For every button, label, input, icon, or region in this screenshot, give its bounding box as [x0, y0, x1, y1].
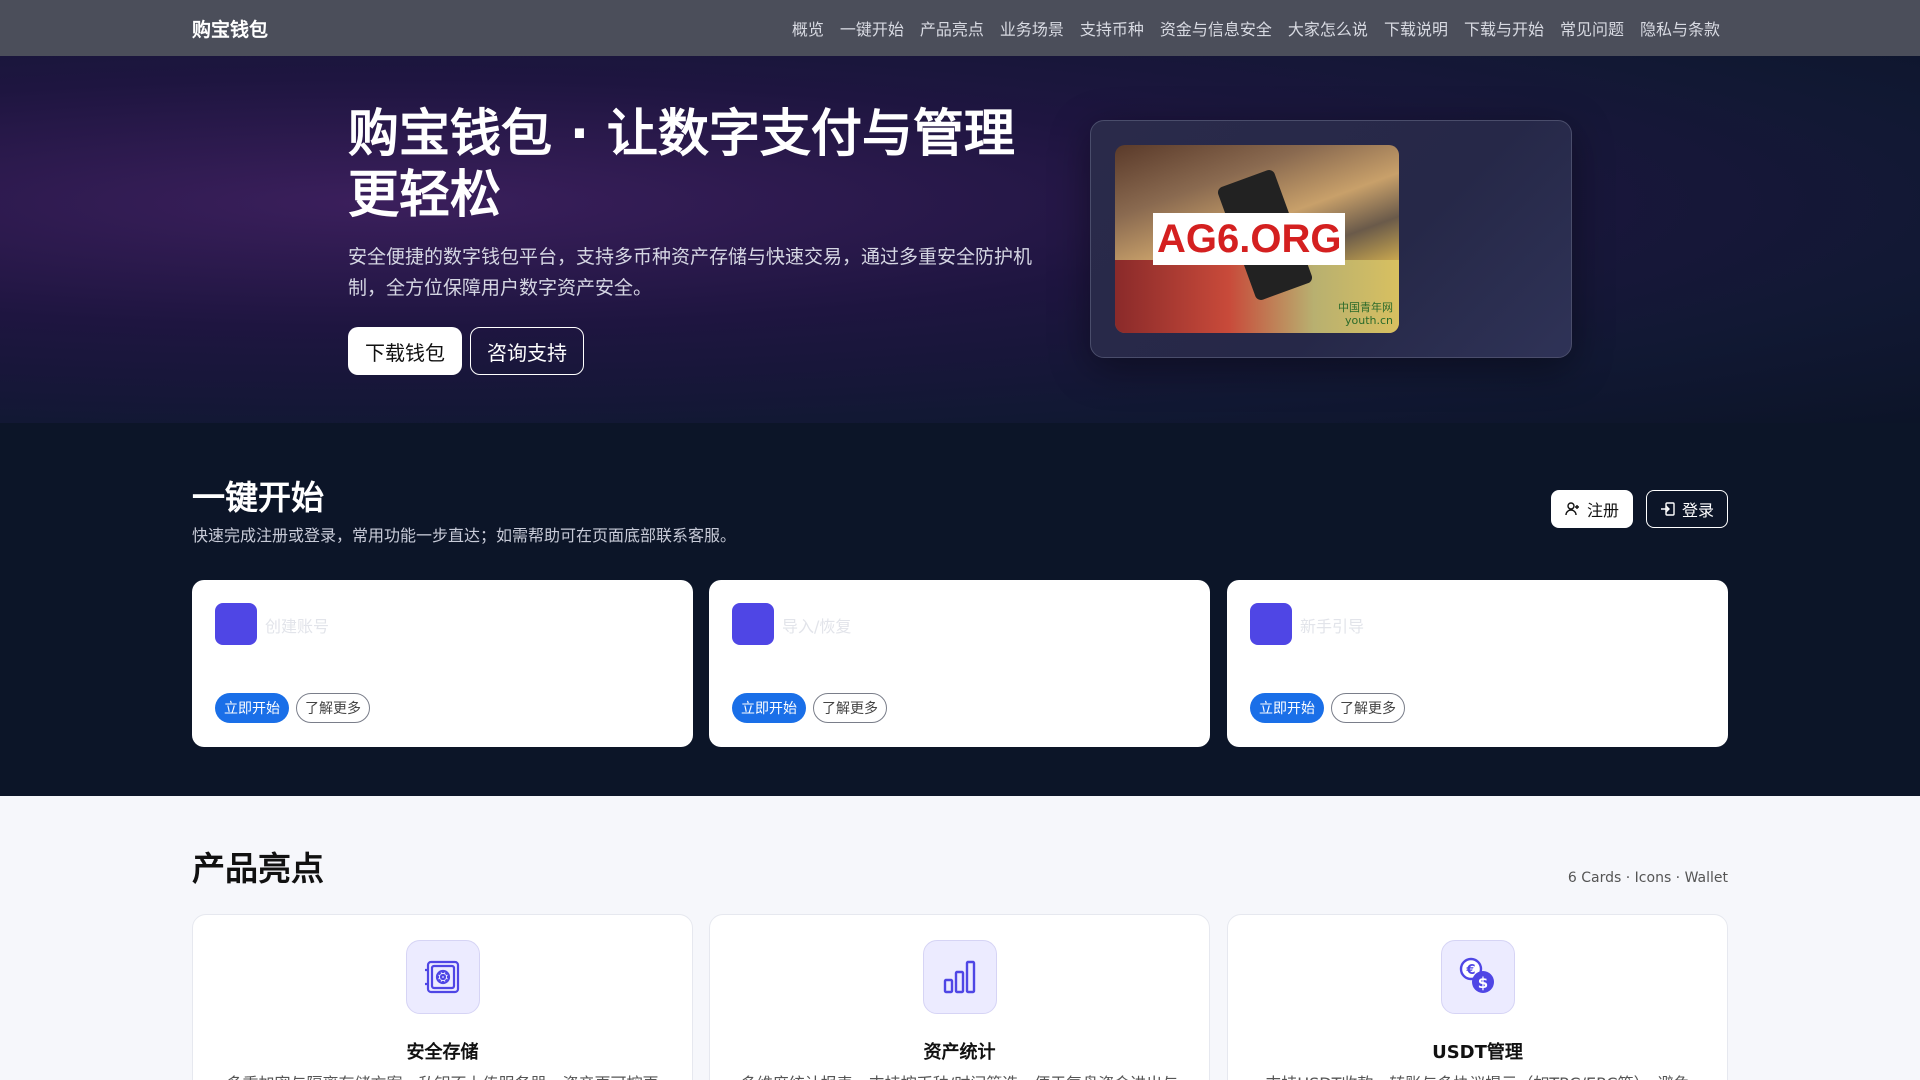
svg-text:$: $ — [1478, 974, 1488, 992]
feature-card-secure-storage: 安全存储 多重加密与隔离存储方案，私钥不上传服务器，资产更可控更 — [192, 914, 693, 1080]
nav-link-download-info[interactable]: 下载说明 — [1384, 16, 1448, 40]
image-watermark: AG6.ORG — [1153, 213, 1346, 265]
image-logo-line2: youth.cn — [1344, 314, 1393, 327]
login-icon — [1660, 502, 1675, 516]
nav-link-scenarios[interactable]: 业务场景 — [1000, 16, 1064, 40]
nav-link-overview[interactable]: 概览 — [792, 16, 824, 40]
quick-card-label: 导入/恢复 — [782, 617, 852, 636]
learn-more-button[interactable]: 了解更多 — [813, 693, 887, 723]
image-source-logo: 中国青年网 youth.cn — [1338, 301, 1393, 327]
safe-icon — [425, 960, 460, 994]
highlights-meta: 6 Cards · Icons · Wallet — [1567, 870, 1728, 886]
add-user-icon — [1565, 502, 1579, 516]
nav-link-faq[interactable]: 常见问题 — [1560, 16, 1624, 40]
nav-link-currencies[interactable]: 支持币种 — [1080, 16, 1144, 40]
quick-card-import-restore: 导入/恢复 立即开始 了解更多 — [709, 580, 1210, 747]
download-wallet-button[interactable]: 下载钱包 — [348, 327, 462, 375]
feature-name: 安全存储 — [406, 1042, 479, 1063]
nav-link-quick-start[interactable]: 一键开始 — [840, 16, 904, 40]
product-highlights-section: 产品亮点 6 Cards · Icons · Wallet 安全存储 多重加密与… — [0, 796, 1920, 1080]
hero-image-card: AG6.ORG 中国青年网 youth.cn — [1090, 120, 1572, 358]
highlights-title: 产品亮点 — [192, 849, 324, 888]
feature-desc: 多维度统计报表，支持按币种/时间筛选，便于复盘资金进出与 — [710, 1070, 1209, 1080]
quick-start-title: 一键开始 — [192, 478, 324, 517]
hero-section: 购宝钱包 · 让数字支付与管理更轻松 安全便捷的数字钱包平台，支持多币种资产存储… — [0, 56, 1920, 423]
quick-card-create-account: 创建账号 立即开始 了解更多 — [192, 580, 693, 747]
login-label: 登录 — [1681, 501, 1714, 520]
start-now-button[interactable]: 立即开始 — [1250, 693, 1324, 723]
start-now-button[interactable]: 立即开始 — [215, 693, 289, 723]
nav-links: 概览 一键开始 产品亮点 业务场景 支持币种 资金与信息安全 大家怎么说 下载说… — [776, 0, 1720, 56]
bar-chart-icon — [943, 960, 976, 994]
feature-desc: 支持USDT收款、转账与多协议提示（如TRC/ERC等），避免 — [1228, 1070, 1727, 1080]
import-restore-icon — [732, 603, 774, 645]
hero-title: 购宝钱包 · 让数字支付与管理更轻松 — [348, 105, 1015, 225]
register-label: 注册 — [1586, 501, 1619, 520]
feature-name: USDT管理 — [1432, 1042, 1523, 1063]
brand-logo[interactable]: 购宝钱包 — [192, 15, 268, 42]
image-logo-line1: 中国青年网 — [1338, 301, 1393, 314]
nav-link-privacy[interactable]: 隐私与条款 — [1640, 16, 1720, 40]
quick-card-label: 新手引导 — [1300, 617, 1365, 636]
currency-exchange-icon: €$ — [1459, 957, 1494, 993]
quick-start-section: 一键开始 快速完成注册或登录，常用功能一步直达；如需帮助可在页面底部联系客服。 … — [0, 423, 1920, 796]
hero-description: 安全便捷的数字钱包平台，支持多币种资产存储与快速交易，通过多重安全防护机制，全方… — [348, 246, 1033, 299]
create-account-icon — [215, 603, 257, 645]
quick-card-label: 创建账号 — [265, 617, 330, 636]
feature-name: 资产统计 — [923, 1042, 996, 1063]
nav-link-reviews[interactable]: 大家怎么说 — [1288, 16, 1368, 40]
start-now-button[interactable]: 立即开始 — [732, 693, 806, 723]
nav-link-highlights[interactable]: 产品亮点 — [920, 16, 984, 40]
beginner-guide-icon — [1250, 603, 1292, 645]
feature-card-asset-stats: 资产统计 多维度统计报表，支持按币种/时间筛选，便于复盘资金进出与 — [709, 914, 1210, 1080]
learn-more-button[interactable]: 了解更多 — [1331, 693, 1405, 723]
quick-start-subtitle: 快速完成注册或登录，常用功能一步直达；如需帮助可在页面底部联系客服。 — [192, 526, 737, 545]
top-nav: 购宝钱包 概览 一键开始 产品亮点 业务场景 支持币种 资金与信息安全 大家怎么… — [0, 0, 1920, 56]
nav-link-security[interactable]: 资金与信息安全 — [1160, 16, 1272, 40]
quick-card-beginner-guide: 新手引导 立即开始 了解更多 — [1227, 580, 1728, 747]
learn-more-button[interactable]: 了解更多 — [296, 693, 370, 723]
register-button[interactable]: 注册 — [1551, 490, 1633, 528]
feature-desc: 多重加密与隔离存储方案，私钥不上传服务器，资产更可控更 — [193, 1070, 692, 1080]
login-button[interactable]: 登录 — [1646, 490, 1728, 528]
feature-card-usdt-management: €$ USDT管理 支持USDT收款、转账与多协议提示（如TRC/ERC等），避… — [1227, 914, 1728, 1080]
consult-support-button[interactable]: 咨询支持 — [470, 327, 584, 375]
nav-link-download-start[interactable]: 下载与开始 — [1464, 16, 1544, 40]
hero-image: AG6.ORG 中国青年网 youth.cn — [1115, 145, 1399, 333]
